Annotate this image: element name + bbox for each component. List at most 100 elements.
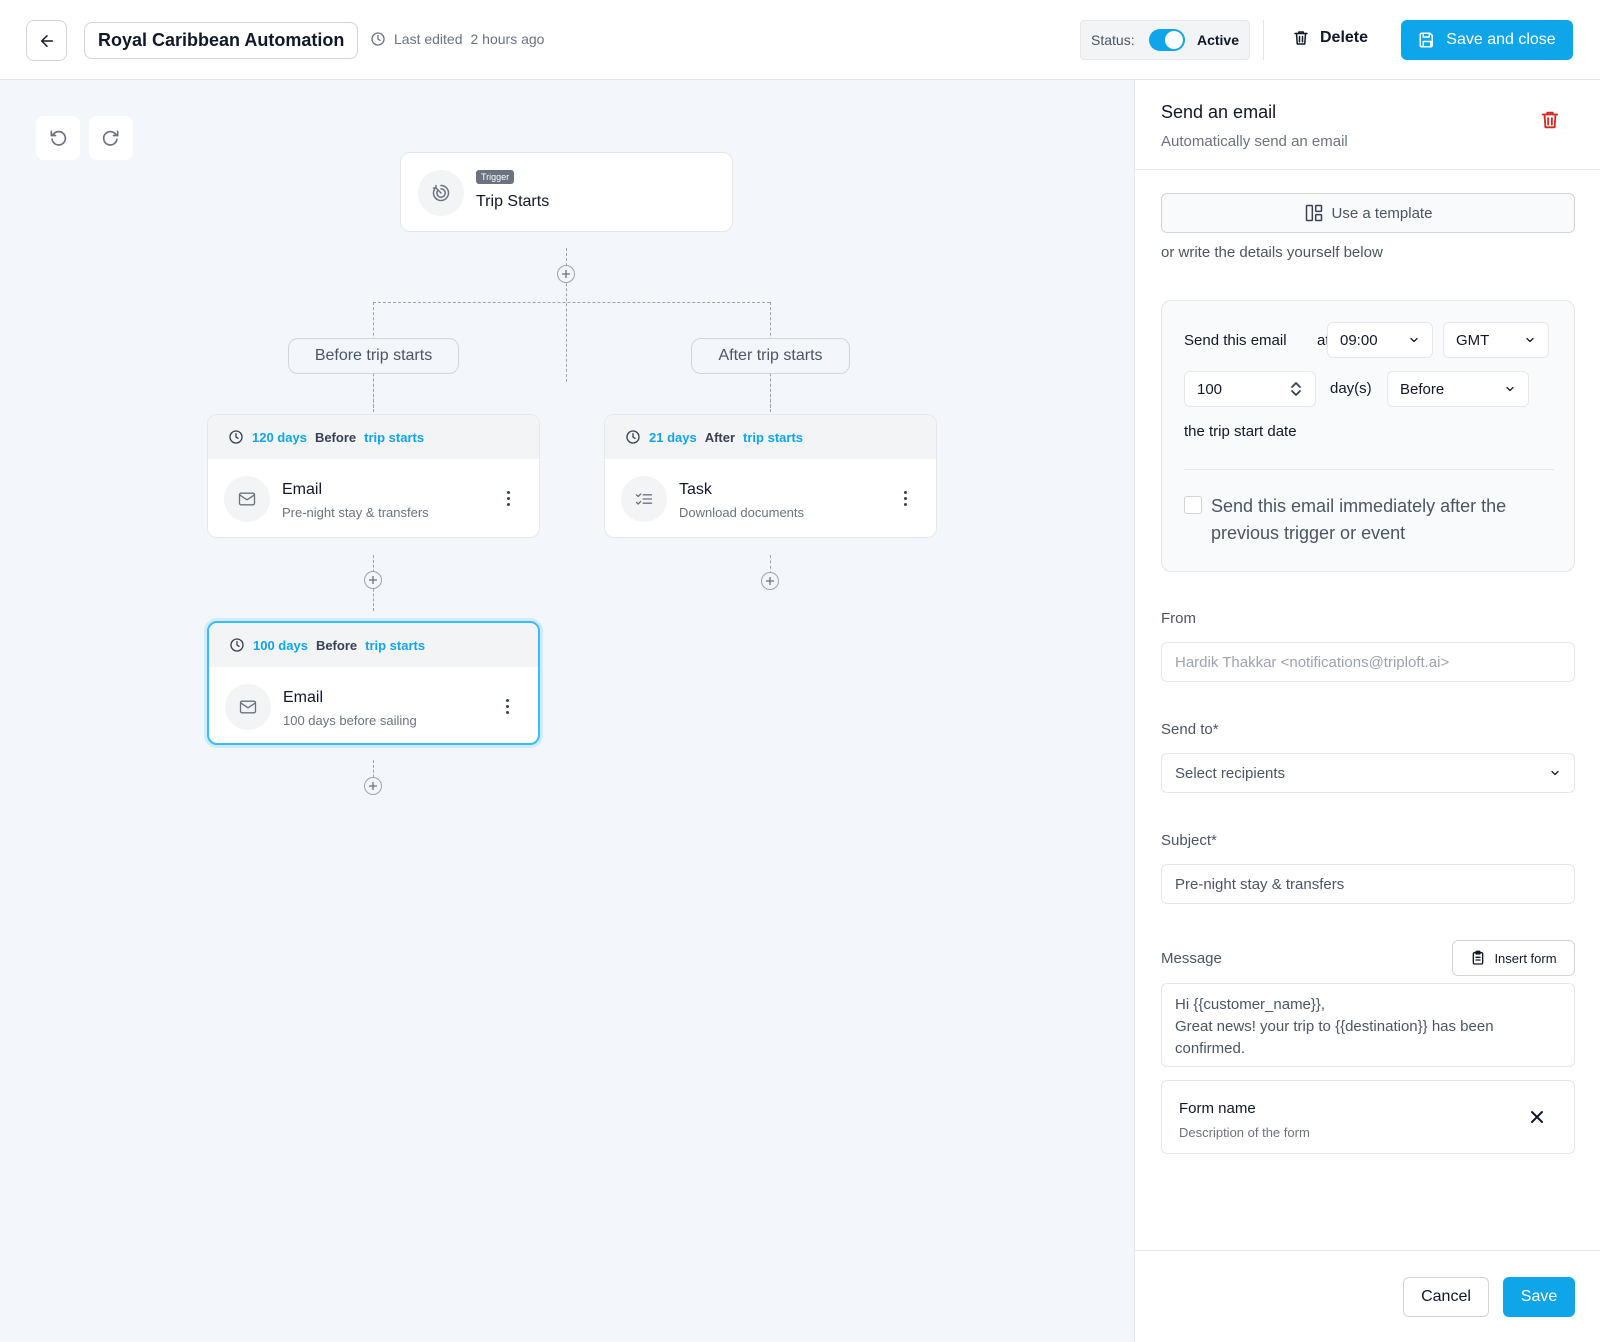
last-edited-label: Last edited bbox=[394, 31, 463, 47]
days-value: 100 bbox=[1197, 380, 1223, 398]
message-label: Message bbox=[1161, 950, 1222, 967]
delete-label: Delete bbox=[1320, 29, 1369, 46]
panel-header: Send an email Automatically send an emai… bbox=[1135, 80, 1600, 170]
step-reference: trip starts bbox=[364, 429, 425, 445]
from-value: Hardik Thakkar <notifications@triploft.a… bbox=[1175, 653, 1450, 671]
plus-icon bbox=[368, 781, 378, 791]
panel-title: Send an email bbox=[1161, 102, 1277, 122]
message-line: Hi {{customer_name}}, bbox=[1175, 996, 1326, 1013]
step-card-email-100[interactable]: 100 days Before trip starts Email 100 da… bbox=[207, 621, 540, 745]
trigger-icon bbox=[431, 183, 451, 203]
send-immediately-checkbox[interactable] bbox=[1184, 496, 1202, 514]
recipients-select[interactable]: Select recipients bbox=[1161, 753, 1575, 793]
send-to-label: Send to* bbox=[1161, 721, 1219, 738]
panel-subtitle: Automatically send an email bbox=[1161, 133, 1348, 150]
connector-line bbox=[373, 368, 374, 408]
clock-icon bbox=[229, 637, 245, 653]
status-label: Status: bbox=[1091, 32, 1135, 48]
redo-icon bbox=[101, 128, 121, 148]
plus-icon bbox=[765, 576, 775, 586]
top-bar: Royal Caribbean Automation Last edited 2… bbox=[0, 0, 1600, 80]
step-card-email-120[interactable]: 120 days Before trip starts Email Pre-ni… bbox=[207, 414, 540, 538]
step-relation: Before bbox=[314, 429, 357, 445]
stepper-arrows-icon[interactable] bbox=[1289, 380, 1303, 398]
step-days: 100 days bbox=[253, 637, 308, 653]
from-field: Hardik Thakkar <notifications@triploft.a… bbox=[1161, 642, 1575, 682]
delete-button[interactable]: Delete bbox=[1292, 28, 1368, 48]
add-step-button[interactable] bbox=[364, 571, 382, 589]
step-icon-wrap bbox=[224, 476, 270, 522]
connector-line bbox=[770, 368, 771, 408]
more-options-icon[interactable] bbox=[506, 699, 510, 714]
trigger-tag: Trigger bbox=[476, 170, 515, 184]
time-select[interactable]: 09:00 bbox=[1327, 322, 1433, 358]
undo-button[interactable] bbox=[36, 116, 80, 160]
delete-step-trash-icon[interactable] bbox=[1539, 108, 1561, 132]
last-edited-value: 2 hours ago bbox=[470, 31, 545, 47]
branch-before-trip[interactable]: Before trip starts bbox=[288, 338, 459, 374]
step-relation: After bbox=[704, 429, 736, 445]
connector-line bbox=[373, 302, 770, 303]
clock-icon bbox=[228, 429, 244, 445]
workflow-canvas[interactable]: Trigger Trip Starts Before trip starts A… bbox=[0, 80, 1134, 1342]
days-unit: day(s) bbox=[1330, 380, 1372, 397]
redo-button[interactable] bbox=[89, 116, 133, 160]
step-reference: trip starts bbox=[743, 429, 804, 445]
trigger-icon-wrap bbox=[418, 170, 464, 216]
save-button[interactable]: Save bbox=[1503, 1277, 1575, 1317]
status-toggle[interactable] bbox=[1148, 29, 1185, 51]
add-step-button[interactable] bbox=[364, 777, 382, 795]
clock-icon bbox=[625, 429, 641, 445]
checklist-icon bbox=[634, 489, 654, 509]
from-label: From bbox=[1161, 610, 1196, 627]
chevron-down-icon bbox=[1408, 334, 1420, 346]
save-label: Save bbox=[1520, 1288, 1558, 1305]
step-subtitle: Pre-night stay & transfers bbox=[282, 505, 429, 520]
use-template-button[interactable]: Use a template bbox=[1161, 193, 1575, 233]
chevron-down-icon bbox=[1504, 383, 1516, 395]
step-type: Task bbox=[679, 481, 712, 498]
recipients-placeholder: Select recipients bbox=[1175, 764, 1286, 782]
step-body: Task Download documents bbox=[605, 459, 936, 537]
cancel-button[interactable]: Cancel bbox=[1403, 1277, 1489, 1317]
message-textarea[interactable]: Hi {{customer_name}}, Great news! your t… bbox=[1161, 983, 1575, 1067]
insert-form-button[interactable]: Insert form bbox=[1452, 940, 1575, 976]
step-icon-wrap bbox=[225, 684, 271, 730]
step-timing: 120 days Before trip starts bbox=[208, 415, 539, 459]
header-divider bbox=[1263, 20, 1264, 60]
chevron-down-icon bbox=[1524, 334, 1536, 346]
insert-form-label: Insert form bbox=[1494, 950, 1557, 966]
branch-after-trip[interactable]: After trip starts bbox=[691, 338, 850, 374]
schedule-section: Send this email at 09:00 GMT 100 day(s) … bbox=[1161, 300, 1575, 572]
plus-icon bbox=[561, 269, 571, 279]
add-step-button[interactable] bbox=[761, 572, 779, 590]
save-and-close-label: Save and close bbox=[1446, 31, 1556, 48]
message-line: Great news! your trip to {{destination}}… bbox=[1175, 1018, 1494, 1057]
more-options-icon[interactable] bbox=[904, 491, 908, 506]
step-card-task-21[interactable]: 21 days After trip starts Task Download … bbox=[604, 414, 937, 538]
close-icon[interactable] bbox=[1530, 1110, 1544, 1124]
days-stepper[interactable]: 100 bbox=[1184, 371, 1316, 407]
add-step-button[interactable] bbox=[557, 265, 575, 283]
automation-title-text: Royal Caribbean Automation bbox=[98, 30, 345, 50]
plus-icon bbox=[368, 575, 378, 585]
step-type: Email bbox=[283, 689, 324, 706]
send-this-email-text: Send this email bbox=[1184, 332, 1287, 349]
step-body: Email Pre-night stay & transfers bbox=[208, 459, 539, 537]
more-options-icon[interactable] bbox=[507, 491, 511, 506]
last-edited: Last edited 2 hours ago bbox=[370, 31, 544, 47]
relation-select[interactable]: Before bbox=[1387, 371, 1529, 407]
timezone-select[interactable]: GMT bbox=[1443, 322, 1549, 358]
undo-icon bbox=[48, 128, 68, 148]
trigger-card[interactable]: Trigger Trip Starts bbox=[400, 152, 733, 232]
branch-label: After trip starts bbox=[718, 347, 823, 364]
status-value: Active bbox=[1196, 32, 1239, 48]
step-body: Email 100 days before sailing bbox=[209, 667, 538, 743]
automation-title[interactable]: Royal Caribbean Automation bbox=[84, 22, 359, 59]
save-and-close-button[interactable]: Save and close bbox=[1401, 20, 1573, 60]
relation-value: Before bbox=[1400, 380, 1445, 398]
back-button[interactable] bbox=[26, 20, 67, 61]
subject-value: Pre-night stay & transfers bbox=[1175, 875, 1345, 893]
subject-input[interactable]: Pre-night stay & transfers bbox=[1161, 864, 1575, 904]
anchor-text: the trip start date bbox=[1184, 423, 1297, 440]
